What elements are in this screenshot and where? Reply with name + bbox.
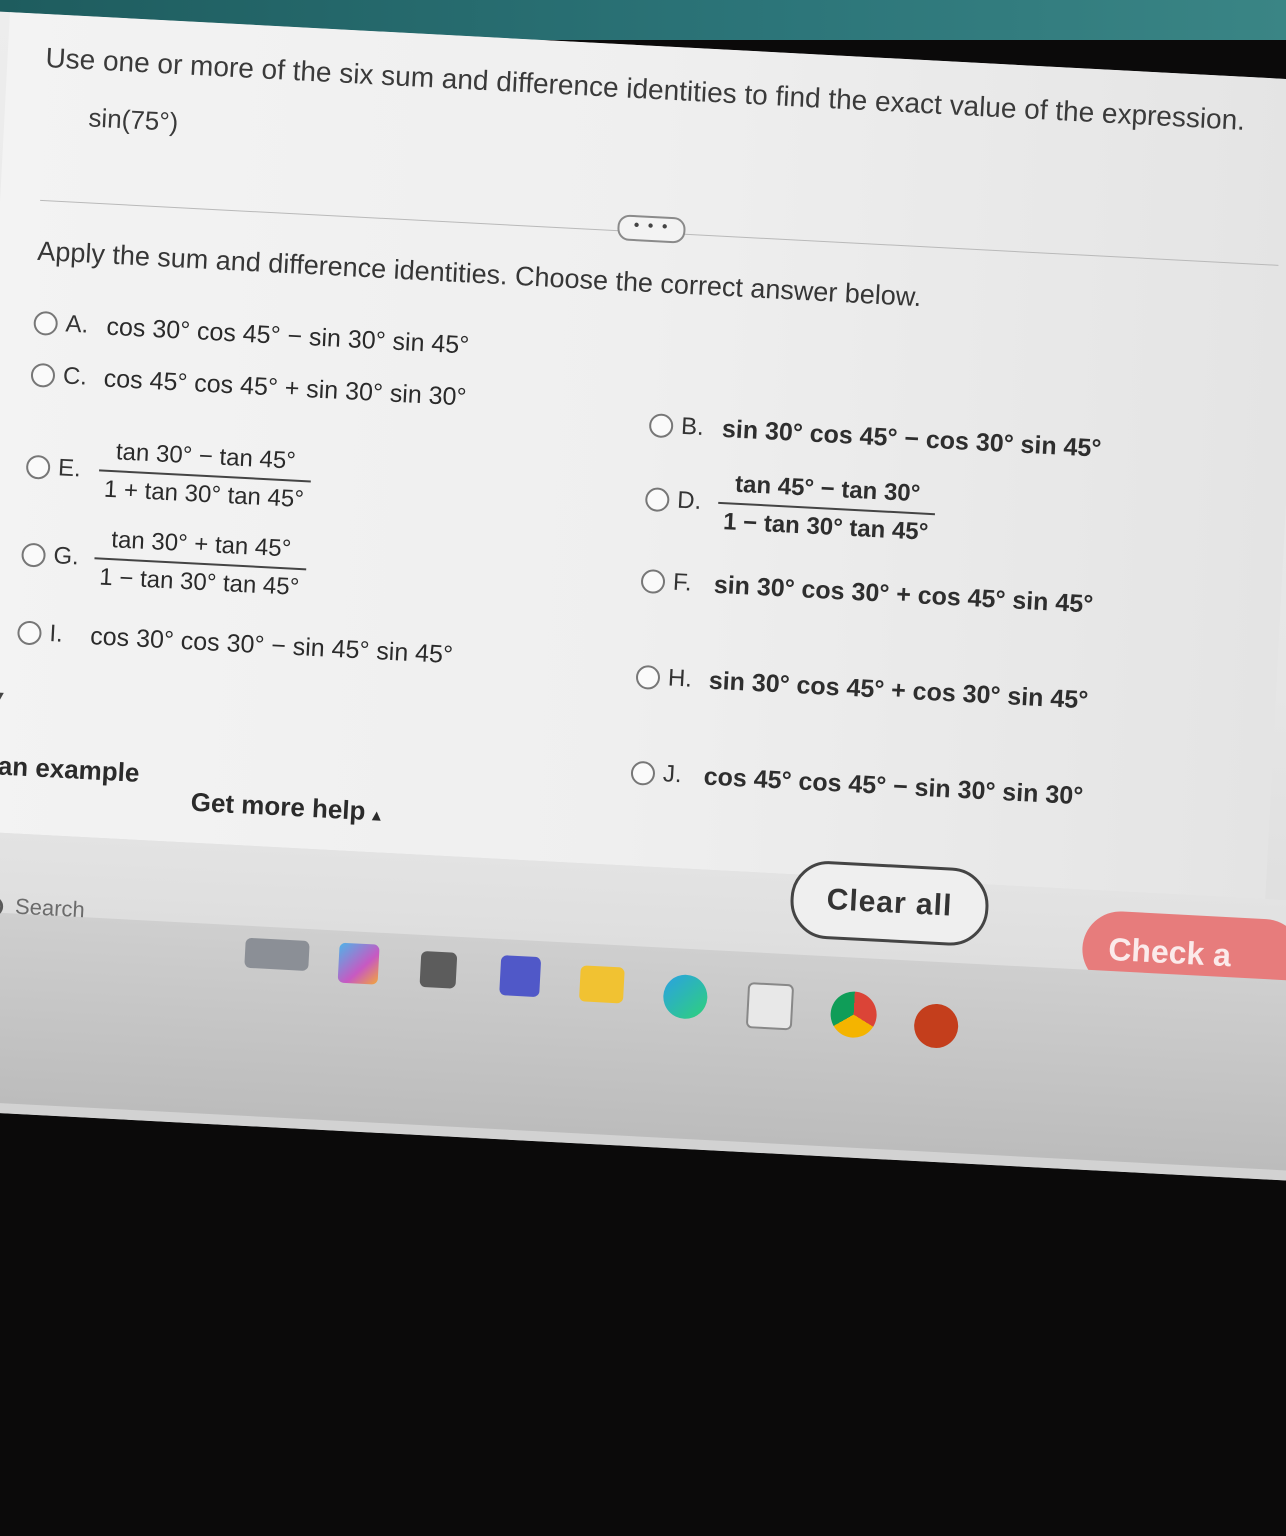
browser-viewport: Use one or more of the six sum and diffe… bbox=[0, 10, 1286, 1181]
radio-button[interactable] bbox=[640, 569, 666, 595]
option-c[interactable]: C. cos 45° cos 45° + sin 30° sin 30° bbox=[30, 360, 467, 413]
option-letter: C. bbox=[62, 362, 88, 391]
radio-button[interactable] bbox=[20, 542, 47, 568]
clear-all-button[interactable]: Clear all bbox=[788, 859, 991, 948]
option-b[interactable]: B. sin 30° cos 45° − cos 30° sin 45° bbox=[648, 410, 1102, 464]
radio-button[interactable] bbox=[648, 413, 674, 439]
option-a[interactable]: A. cos 30° cos 45° − sin 30° sin 45° bbox=[33, 308, 470, 361]
copilot-icon[interactable] bbox=[337, 942, 380, 985]
expression: sin(75°) bbox=[87, 102, 180, 138]
option-expression: sin 30° cos 30° + cos 45° sin 45° bbox=[713, 570, 1094, 619]
option-e[interactable]: E. tan 30° − tan 45° 1 + tan 30° tan 45° bbox=[24, 434, 313, 515]
question-prompt: Use one or more of the six sum and diffe… bbox=[44, 42, 1246, 136]
taskbar-search[interactable]: Search bbox=[0, 892, 85, 923]
option-fraction: tan 30° + tan 45° 1 − tan 30° tan 45° bbox=[93, 525, 308, 602]
option-letter: D. bbox=[676, 486, 702, 515]
option-g[interactable]: G. tan 30° + tan 45° 1 − tan 30° tan 45° bbox=[20, 521, 308, 602]
radio-button[interactable] bbox=[630, 761, 656, 787]
instruction-text: Apply the sum and difference identities.… bbox=[36, 235, 923, 313]
more-options-button[interactable]: • • • bbox=[616, 214, 687, 244]
question-panel: Use one or more of the six sum and diffe… bbox=[0, 12, 1286, 900]
option-expression: cos 30° cos 45° − sin 30° sin 45° bbox=[105, 312, 470, 360]
option-letter: A. bbox=[64, 310, 90, 339]
option-h[interactable]: H. sin 30° cos 45° + cos 30° sin 45° bbox=[635, 662, 1089, 716]
scroll-down-arrow-icon[interactable]: ▼ bbox=[0, 688, 6, 703]
caret-up-icon: ▴ bbox=[372, 807, 381, 825]
option-letter: J. bbox=[662, 760, 683, 789]
folder-icon[interactable] bbox=[578, 965, 625, 1004]
option-letter: H. bbox=[667, 664, 693, 694]
desktop-widget-icon[interactable] bbox=[244, 937, 310, 972]
option-i[interactable]: I. cos 30° cos 30° − sin 45° sin 45° bbox=[16, 617, 454, 670]
radio-button[interactable] bbox=[635, 665, 661, 691]
radio-button[interactable] bbox=[25, 454, 51, 480]
option-letter: B. bbox=[680, 413, 705, 442]
store-icon[interactable] bbox=[745, 982, 795, 1031]
option-expression: sin 30° cos 45° − cos 30° sin 45° bbox=[721, 414, 1103, 463]
option-expression: cos 45° cos 45° − sin 30° sin 30° bbox=[703, 762, 1084, 811]
option-expression: sin 30° cos 45° + cos 30° sin 45° bbox=[708, 666, 1089, 715]
option-expression: cos 45° cos 45° + sin 30° sin 30° bbox=[103, 364, 468, 412]
option-fraction: tan 30° − tan 45° 1 + tan 30° tan 45° bbox=[97, 437, 313, 514]
option-d[interactable]: D. tan 45° − tan 30° 1 − tan 30° tan 45° bbox=[644, 466, 937, 547]
option-letter: I. bbox=[48, 620, 64, 649]
option-fraction: tan 45° − tan 30° 1 − tan 30° tan 45° bbox=[716, 469, 937, 547]
photo-of-screen: Use one or more of the six sum and diffe… bbox=[0, 0, 1286, 1536]
option-letter: G. bbox=[52, 542, 80, 571]
option-letter: F. bbox=[672, 568, 693, 597]
radio-button[interactable] bbox=[33, 311, 59, 337]
teams-icon[interactable] bbox=[499, 955, 542, 998]
search-label: Search bbox=[14, 893, 86, 923]
radio-button[interactable] bbox=[30, 363, 56, 389]
radio-button[interactable] bbox=[644, 487, 670, 513]
radio-button[interactable] bbox=[16, 620, 43, 646]
option-j[interactable]: J. cos 45° cos 45° − sin 30° sin 30° bbox=[630, 758, 1084, 812]
file-explorer-icon[interactable] bbox=[419, 950, 458, 989]
option-f[interactable]: F. sin 30° cos 30° + cos 45° sin 45° bbox=[640, 566, 1094, 620]
search-icon bbox=[0, 896, 4, 918]
option-letter: E. bbox=[57, 454, 82, 483]
option-expression: cos 30° cos 30° − sin 45° sin 45° bbox=[89, 622, 454, 670]
